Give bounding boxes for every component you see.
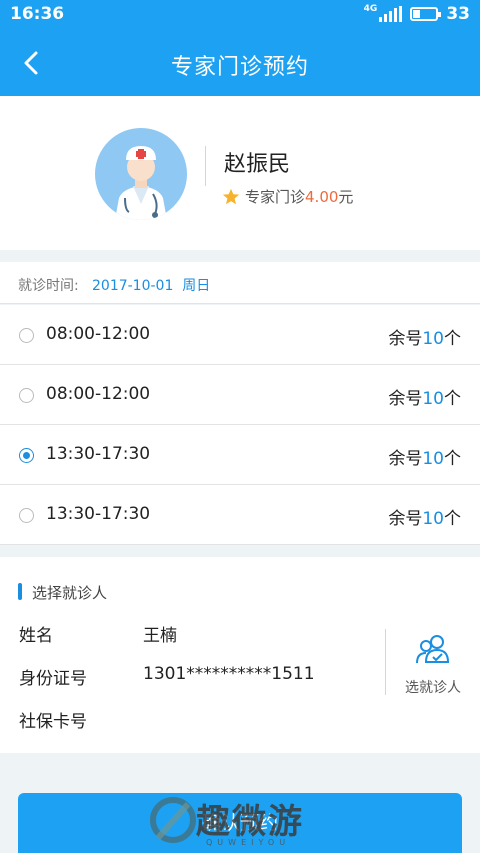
clinic-type-label: 专家门诊 <box>245 188 306 206</box>
price-currency: 元 <box>338 188 354 206</box>
status-bar: 16:36 4G 33 <box>0 0 480 30</box>
remain-suffix: 个 <box>444 509 461 529</box>
divider <box>205 146 206 186</box>
doctor-card: 赵振民 专家门诊4.00元 <box>0 96 480 250</box>
time-slot[interactable]: 08:00-12:00 余号10个 <box>0 305 480 365</box>
remain-count: 10 <box>422 449 444 469</box>
star-icon <box>222 188 240 204</box>
slot-time: 08:00-12:00 <box>46 324 151 344</box>
status-icons: 4G 33 <box>364 4 470 24</box>
insurance-label: 社保卡号 <box>19 712 87 732</box>
radio-button[interactable] <box>19 388 34 403</box>
remain-count: 10 <box>422 509 444 529</box>
divider <box>385 629 386 695</box>
date-bar: 就诊时间: 2017-10-01 周日 <box>0 262 480 304</box>
radio-button[interactable] <box>19 508 34 523</box>
price-value: 4.00 <box>305 188 339 206</box>
signal-icon <box>379 6 403 22</box>
doctor-name: 赵振民 <box>224 152 291 177</box>
remain-prefix: 余号 <box>388 389 423 409</box>
choose-patient-label: 选就诊人 <box>405 680 461 696</box>
clinic-type: 专家门诊4.00元 <box>245 186 353 207</box>
radio-button-selected[interactable] <box>19 448 34 463</box>
section-title: 选择就诊人 <box>32 584 108 602</box>
battery-icon <box>410 7 442 21</box>
time-slot[interactable]: 08:00-12:00 余号10个 <box>0 365 480 425</box>
name-value: 王楠 <box>143 626 177 646</box>
remain-suffix: 个 <box>444 389 461 409</box>
remain-suffix: 个 <box>444 449 461 469</box>
remain-prefix: 余号 <box>388 509 423 529</box>
doctor-meta: 专家门诊4.00元 <box>222 186 353 207</box>
page-title: 专家门诊预约 <box>170 55 309 80</box>
remain-prefix: 余号 <box>388 329 423 349</box>
slot-remaining: 余号10个 <box>388 324 461 349</box>
time-slot[interactable]: 13:30-17:30 余号10个 <box>0 485 480 545</box>
slot-time: 08:00-12:00 <box>46 384 151 404</box>
remain-count: 10 <box>422 389 444 409</box>
confirm-button[interactable]: 确认预约 <box>18 793 462 853</box>
slot-remaining: 余号10个 <box>388 504 461 529</box>
patient-card: 选择就诊人 姓名 王楠 身份证号 1301**********1511 社保卡号… <box>0 557 480 753</box>
slot-time: 13:30-17:30 <box>46 504 151 524</box>
doctor-icon <box>115 146 167 220</box>
doctor-avatar <box>95 128 187 220</box>
date-label: 就诊时间: <box>18 278 79 294</box>
slot-time: 13:30-17:30 <box>46 444 151 464</box>
remain-count: 10 <box>422 329 444 349</box>
nav-bar: 专家门诊预约 <box>0 30 480 96</box>
id-value: 1301**********1511 <box>143 664 315 684</box>
section-marker <box>18 583 22 600</box>
status-time: 16:36 <box>10 4 65 24</box>
radio-button[interactable] <box>19 328 34 343</box>
id-label: 身份证号 <box>19 669 87 689</box>
date-value: 2017-10-01 周日 <box>92 278 211 294</box>
time-slot-selected[interactable]: 13:30-17:30 余号10个 <box>0 425 480 485</box>
slot-remaining: 余号10个 <box>388 384 461 409</box>
remain-suffix: 个 <box>444 329 461 349</box>
remain-prefix: 余号 <box>388 449 423 469</box>
choose-patient-button[interactable]: 选就诊人 <box>400 633 466 697</box>
slot-remaining: 余号10个 <box>388 444 461 469</box>
battery-level-text: 33 <box>446 4 470 24</box>
users-icon <box>416 635 450 664</box>
name-label: 姓名 <box>19 626 53 646</box>
network-label: 4G <box>363 4 378 14</box>
